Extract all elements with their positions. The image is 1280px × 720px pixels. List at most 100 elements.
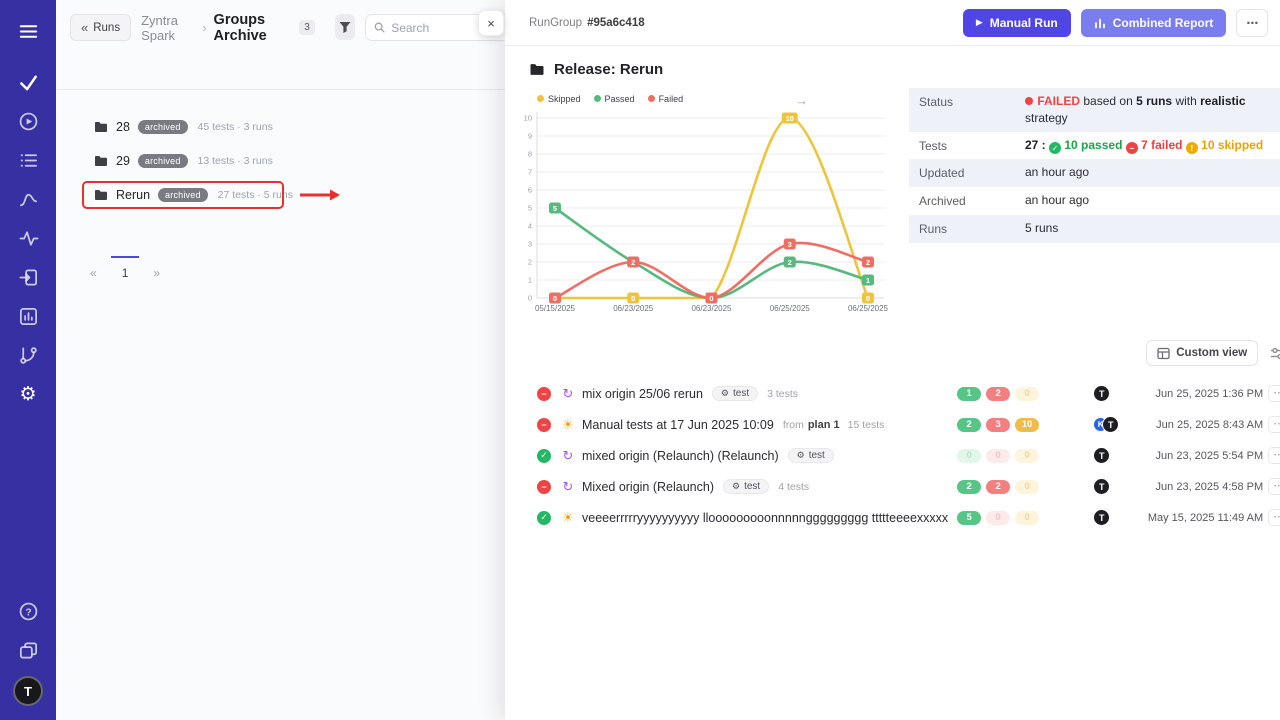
sidebar-item-pulse[interactable]: [8, 219, 48, 258]
chart-pan-arrow-icon[interactable]: →: [795, 93, 808, 108]
sidebar-item-plans[interactable]: [8, 141, 48, 180]
sidebar-item-settings[interactable]: ⚙: [8, 375, 48, 414]
combined-report-button[interactable]: Combined Report: [1081, 9, 1227, 37]
info-table: Status FAILED based on 5 runs with reali…: [909, 88, 1280, 243]
tag-badge[interactable]: ⚙test: [712, 386, 758, 401]
avatar: T: [1093, 509, 1110, 526]
status-strategy-rest: strategy: [1025, 111, 1068, 125]
run-tests-count: 15 tests: [848, 419, 885, 431]
run-stats: 5 0 0: [957, 511, 1053, 525]
run-row[interactable]: − ↻ Mixed origin (Relaunch) ⚙test 4 test…: [537, 471, 1280, 502]
combined-report-label: Combined Report: [1113, 16, 1214, 30]
projects-button[interactable]: [8, 631, 48, 670]
run-more-button[interactable]: ⋯: [1268, 447, 1280, 464]
tag-label: test: [809, 450, 825, 461]
avatar: T: [1102, 416, 1119, 433]
run-title[interactable]: mixed origin (Relaunch) (Relaunch): [582, 449, 779, 463]
run-main: ✓ ☀ veeeerrrrryyyyyyyyyy llooooooooonnnn…: [537, 511, 957, 525]
passed-pill: 0: [957, 449, 981, 463]
run-plan-link[interactable]: plan 1: [808, 419, 840, 431]
rungroup-title-row: Release: Rerun: [505, 46, 1280, 80]
pagination-next[interactable]: »: [145, 256, 168, 280]
svg-text:0: 0: [528, 294, 532, 303]
group-row-29[interactable]: 29 archived 13 tests · 3 runs: [56, 144, 505, 178]
legend-dot-icon: [537, 95, 544, 102]
view-settings-button[interactable]: [1270, 347, 1280, 360]
run-row[interactable]: − ↻ mix origin 25/06 rerun ⚙test 3 tests…: [537, 378, 1280, 409]
breadcrumb-project[interactable]: Zyntra Spark: [141, 13, 195, 43]
pagination-prev[interactable]: «: [82, 256, 105, 280]
rungroup-detail-panel: RunGroup #95a6c418 ▶ Manual Run Combined…: [505, 0, 1280, 720]
run-row[interactable]: ✓ ↻ mixed origin (Relaunch) (Relaunch) ⚙…: [537, 440, 1280, 471]
tag-badge[interactable]: ⚙test: [788, 448, 834, 463]
status-strategy: realistic: [1200, 94, 1245, 108]
svg-text:6: 6: [528, 186, 532, 195]
pagination-page-1[interactable]: 1: [111, 256, 140, 280]
run-more-button[interactable]: ⋯: [1268, 416, 1280, 433]
run-title[interactable]: Mixed origin (Relaunch): [582, 480, 714, 494]
group-row-28[interactable]: 28 archived 45 tests · 3 runs: [56, 110, 505, 144]
tests-skipped: 10 skipped: [1201, 138, 1263, 152]
help-button[interactable]: ?: [8, 592, 48, 631]
tests-total: 27 :: [1025, 138, 1046, 152]
run-title[interactable]: mix origin 25/06 rerun: [582, 387, 703, 401]
failed-pill: 2: [986, 387, 1010, 401]
passed-pill: 1: [957, 387, 981, 401]
folder-icon: [529, 63, 545, 76]
updated-value: an hour ago: [1025, 164, 1275, 182]
run-more-button[interactable]: ⋯: [1268, 509, 1280, 526]
tag-label: test: [733, 388, 749, 399]
run-title[interactable]: veeeerrrrryyyyyyyyyy llooooooooonnnnnggg…: [582, 511, 948, 525]
sidebar-item-analytics[interactable]: [8, 180, 48, 219]
run-date: Jun 25, 2025 1:36 PM: [1133, 388, 1263, 400]
panel-close-button[interactable]: ×: [478, 10, 504, 36]
run-row[interactable]: − ☀ Manual tests at 17 Jun 2025 10:09 fr…: [537, 409, 1280, 440]
run-title[interactable]: Manual tests at 17 Jun 2025 10:09: [582, 418, 774, 432]
custom-view-button[interactable]: Custom view: [1146, 340, 1258, 366]
sidebar-item-import[interactable]: [8, 258, 48, 297]
menu-button[interactable]: [8, 12, 48, 51]
gear-icon: ⚙: [732, 481, 740, 492]
svg-text:2: 2: [631, 258, 635, 267]
run-avatars: T: [1093, 447, 1133, 464]
skipped-pill: 0: [1015, 511, 1039, 525]
svg-text:3: 3: [788, 240, 792, 249]
app-root: ⚙ ? T « Runs Zyntra Spark › Groups Archi…: [0, 0, 1280, 720]
run-row[interactable]: ✓ ☀ veeeerrrrryyyyyyyyyy llooooooooonnnn…: [537, 502, 1280, 533]
sidebar-item-tests[interactable]: [8, 63, 48, 102]
run-more-button[interactable]: ⋯: [1268, 478, 1280, 495]
report-bars-icon: [1094, 17, 1106, 29]
svg-text:0: 0: [631, 294, 635, 303]
list-icon: [18, 150, 39, 171]
detail-more-button[interactable]: ⋯: [1236, 9, 1268, 37]
info-label: Runs: [919, 220, 1025, 238]
run-more-button[interactable]: ⋯: [1268, 385, 1280, 402]
user-avatar[interactable]: T: [8, 670, 48, 706]
skipped-pill: 0: [1015, 387, 1039, 401]
back-chevrons-icon: «: [81, 20, 88, 35]
group-meta: 27 tests · 5 runs: [218, 189, 293, 201]
sidebar-item-reports[interactable]: [8, 297, 48, 336]
manual-run-label: Manual Run: [990, 16, 1058, 30]
sidebar-item-runs[interactable]: [8, 102, 48, 141]
passed-pill: 2: [957, 418, 981, 432]
svg-text:3: 3: [528, 240, 532, 249]
activity-icon: [18, 228, 39, 249]
skipped-pill: 0: [1015, 449, 1039, 463]
group-row-rerun[interactable]: Rerun archived 27 tests · 5 runs: [56, 178, 505, 212]
run-failed-icon: −: [537, 387, 551, 401]
failed-dot-icon: [1025, 97, 1033, 105]
svg-text:06/25/2025: 06/25/2025: [770, 304, 811, 313]
manual-run-button[interactable]: ▶ Manual Run: [963, 9, 1071, 37]
back-to-runs-button[interactable]: « Runs: [70, 14, 131, 41]
filter-button[interactable]: [335, 14, 355, 40]
svg-text:06/23/2025: 06/23/2025: [613, 304, 654, 313]
svg-text:0: 0: [866, 294, 870, 303]
tag-badge[interactable]: ⚙test: [723, 479, 769, 494]
sidebar-item-branches[interactable]: [8, 336, 48, 375]
legend-failed: Failed: [648, 94, 684, 104]
run-main: − ☀ Manual tests at 17 Jun 2025 10:09 fr…: [537, 418, 957, 432]
avatar-initial: T: [13, 676, 43, 706]
runs-chart: 01234567891005/15/202506/23/202506/23/20…: [511, 106, 899, 318]
svg-text:06/23/2025: 06/23/2025: [691, 304, 732, 313]
